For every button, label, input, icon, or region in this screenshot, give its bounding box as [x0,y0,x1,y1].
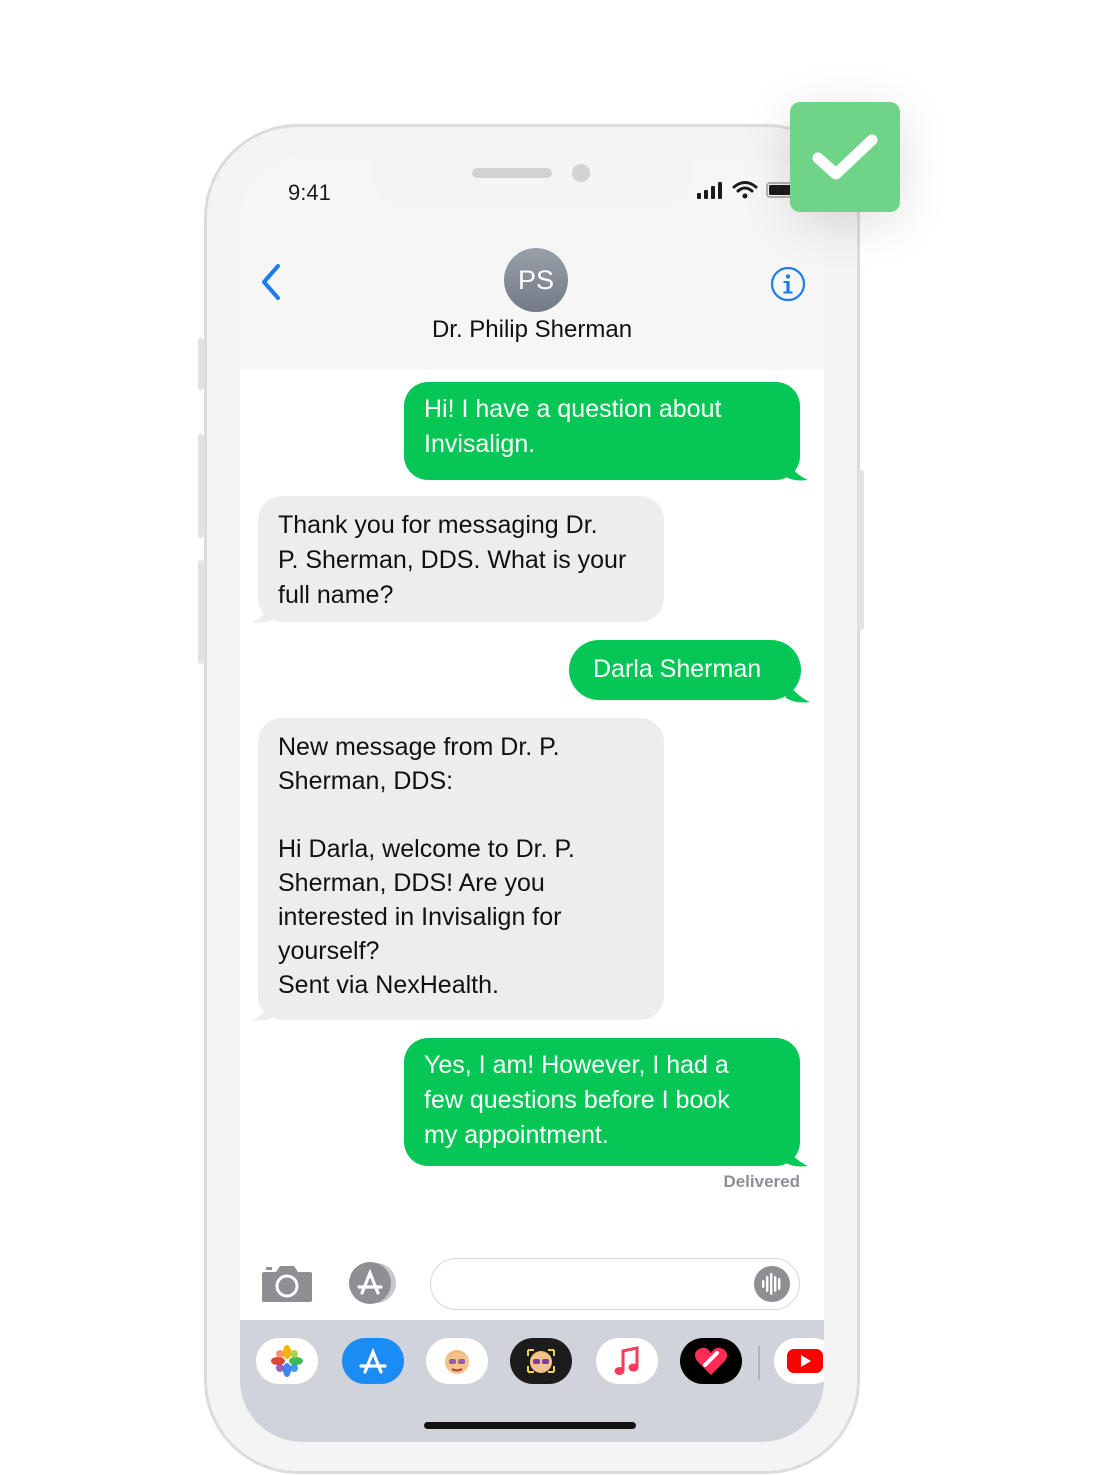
app-store-icon[interactable] [344,1260,400,1306]
outgoing-message-bubble[interactable]: Darla Sherman [569,640,801,700]
bubble-tail [252,998,276,1021]
message-text: Hi! I have a question about Invisalign. [424,395,722,458]
front-camera [572,164,590,182]
outgoing-message-bubble[interactable]: Hi! I have a question about Invisalign. [404,382,800,480]
message-text: Darla Sherman [593,655,762,683]
conversation-header: 9:41 PS Dr. Philip Sherman [240,158,824,370]
notch [370,158,694,204]
audio-waveform-icon[interactable] [753,1265,791,1303]
avatar-initials: PS [517,264,555,295]
outgoing-message-bubble[interactable]: Yes, I am! However, I had a few question… [404,1038,800,1166]
verified-badge [790,102,900,212]
checkmark-icon [812,134,878,180]
phone-screen: 9:41 PS Dr. Philip Sherman Hi! I have a … [240,158,824,1442]
digital-touch-icon[interactable] [680,1338,742,1384]
silent-switch [198,338,204,390]
photos-icon[interactable] [256,1338,318,1384]
bubble-tail [786,680,810,703]
app-store-icon[interactable] [342,1338,404,1384]
bubble-tail [252,600,276,623]
home-indicator[interactable] [424,1422,636,1429]
contact-avatar[interactable]: PS [504,248,568,312]
message-text: Thank you for messaging Dr. P. Sherman, … [278,511,627,609]
dock-divider [758,1346,760,1380]
message-text: Yes, I am! However, I had a few question… [424,1051,730,1149]
status-icons [696,180,796,200]
contact-name[interactable]: Dr. Philip Sherman [240,316,824,344]
compose-bar [240,1248,824,1318]
bubble-tail [784,1144,808,1167]
incoming-message-bubble[interactable]: Thank you for messaging Dr. P. Sherman, … [258,496,664,622]
bubble-tail [784,458,808,481]
youtube-icon[interactable] [774,1338,824,1384]
info-icon[interactable] [770,266,806,302]
volume-up-button [198,434,204,538]
status-time: 9:41 [288,180,331,205]
music-icon[interactable] [596,1338,658,1384]
animoji-icon[interactable] [510,1338,572,1384]
message-input[interactable] [430,1258,800,1310]
wifi-icon [732,181,758,199]
back-chevron-icon[interactable] [256,262,286,302]
delivery-status: Delivered [723,1172,800,1191]
message-text: New message from Dr. P. Sherman, DDS: Hi… [278,733,575,999]
speaker-grille [472,168,552,178]
incoming-message-bubble[interactable]: New message from Dr. P. Sherman, DDS: Hi… [258,718,664,1020]
camera-icon[interactable] [260,1262,314,1304]
memoji-icon[interactable] [426,1338,488,1384]
signal-icon [697,182,722,199]
power-button [858,470,864,630]
volume-down-button [198,560,204,664]
